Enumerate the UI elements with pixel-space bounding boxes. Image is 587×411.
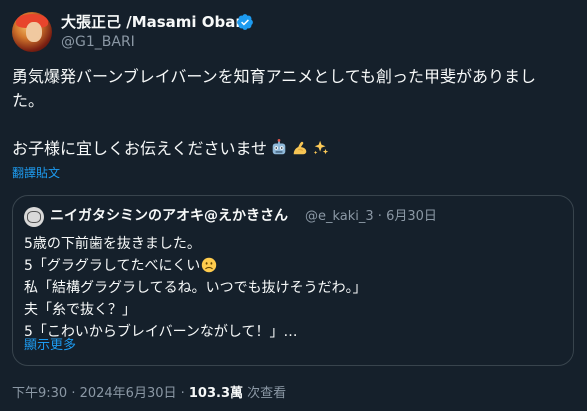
- author-display-name[interactable]: 大張正己 /Masami Obari: [61, 12, 248, 32]
- quoted-text-line-4: 夫「糸で抜く？」: [24, 302, 136, 318]
- quoted-text-line-2-text: 5「グラグラしてたべにくい: [24, 258, 201, 274]
- author-handle[interactable]: @G1_BARI: [61, 33, 135, 51]
- quoted-author-avatar[interactable]: [24, 207, 44, 227]
- sparkles-emoji-icon: [313, 140, 329, 155]
- robot-face-emoji-icon: [272, 139, 286, 155]
- avatar-face: [26, 22, 42, 42]
- show-more-link[interactable]: 顯示更多: [24, 337, 76, 355]
- quoted-text-line-3: 私「結構グラグラしてるね。いつでも抜けそうだわ。」: [24, 280, 367, 296]
- quoted-text-line-2: 5「グラグラしてたべにくい: [24, 256, 217, 276]
- translate-post-link[interactable]: 翻譯貼文: [12, 165, 60, 181]
- views-label: 次查看: [243, 386, 287, 401]
- flexed-biceps-emoji-icon: [293, 141, 307, 155]
- tweet-text-line-1: 勇気爆発バーンブレイバーンを知育アニメとしても創った甲斐がありまし: [12, 67, 537, 86]
- tweet: 大張正己 /Masami Obari @G1_BARI 勇気爆発バーンブレイバー…: [0, 0, 587, 411]
- quoted-text-line-1: 5歳の下前歯を抜きました。: [24, 236, 201, 252]
- tweet-text-line-2: た。: [12, 91, 45, 110]
- avatar-sketch: [27, 211, 41, 223]
- views-count: 103.3萬: [188, 386, 244, 401]
- tweet-footer: 下午9:30 · 2024年6月30日 · 103.3萬 次查看: [12, 385, 286, 403]
- quoted-author-handle-date[interactable]: @e_kaki_3 · 6月30日: [305, 208, 437, 226]
- tweet-text-line-3-text: お子様に宜しくお伝えくださいませ: [12, 139, 268, 158]
- tweet-timestamp[interactable]: 下午9:30 · 2024年6月30日 ·: [12, 386, 189, 401]
- quoted-author-display-name[interactable]: ニイガタシミンのアオキ@えかきさん: [50, 207, 288, 226]
- quoted-tweet-card[interactable]: ニイガタシミンのアオキ@えかきさん @e_kaki_3 · 6月30日 5歳の下…: [12, 195, 574, 366]
- verified-badge-icon: [237, 14, 253, 30]
- slightly-frowning-face-emoji-icon: [202, 257, 217, 273]
- tweet-text-line-3: お子様に宜しくお伝えくださいませ: [12, 138, 330, 159]
- author-avatar[interactable]: [12, 12, 52, 52]
